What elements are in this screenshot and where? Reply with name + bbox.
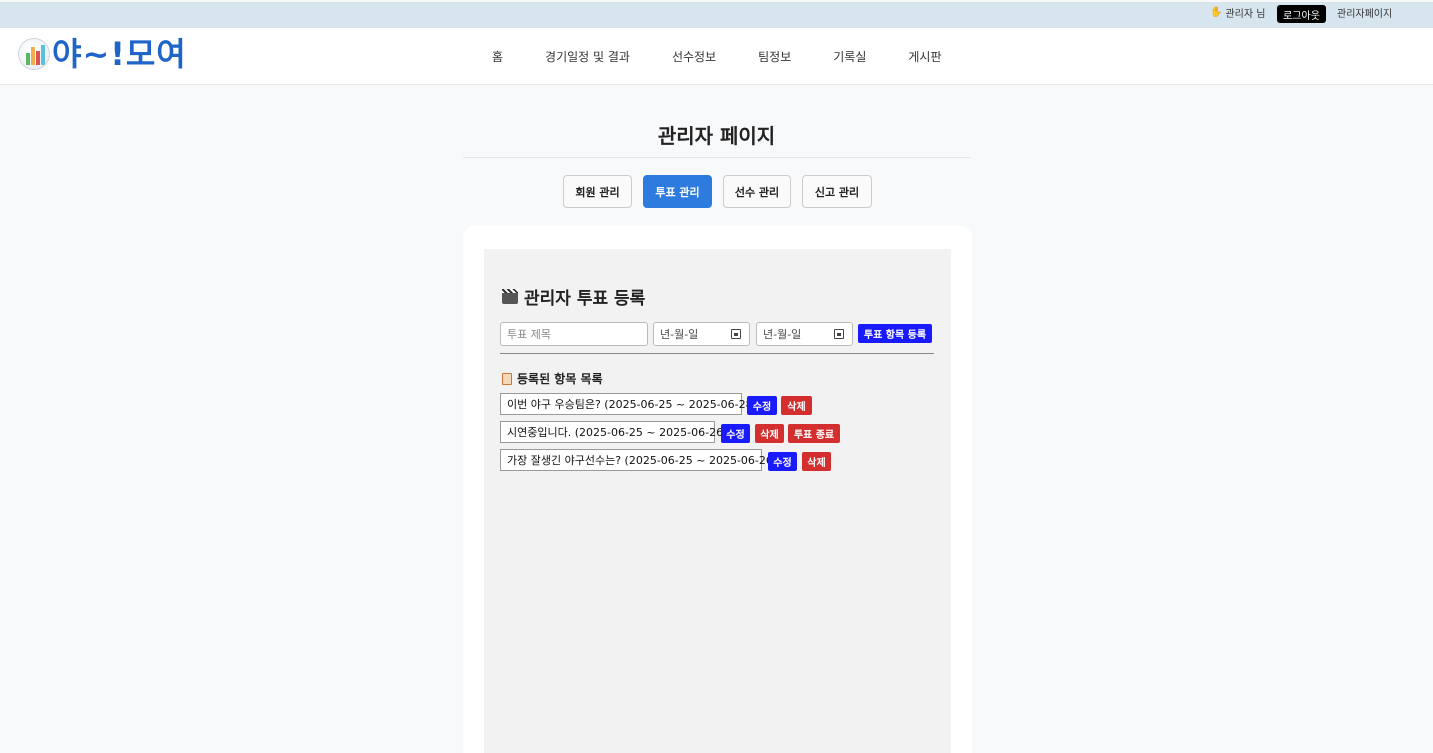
user-label: 관리자 님 [1225, 9, 1266, 20]
registered-list-title: 등록된 항목 목록 [502, 370, 603, 387]
user-greeting: ✋ 관리자 님 [1210, 5, 1265, 20]
logo-text: 야~!모여 [52, 35, 187, 73]
vote-title-placeholder: 투표 제목 [507, 328, 551, 341]
nav-players[interactable]: 선수정보 [672, 48, 716, 65]
main-header: 야~!모여 홈 경기일정 및 결과 선수정보 팀정보 기록실 게시판 [0, 28, 1433, 85]
nav-board[interactable]: 게시판 [908, 48, 941, 65]
register-vote-button[interactable]: 투표 항목 등록 [858, 324, 932, 343]
calendar-icon[interactable] [834, 329, 844, 339]
top-utility-bar: ✋ 관리자 님 로그아웃 관리자페이지 [0, 2, 1433, 28]
calendar-icon[interactable] [731, 329, 741, 339]
edit-button[interactable]: 수정 [721, 424, 750, 443]
title-divider [463, 157, 971, 158]
tab-player-management[interactable]: 선수 관리 [723, 175, 791, 208]
page-title: 관리자 페이지 [657, 124, 776, 148]
main-nav: 홈 경기일정 및 결과 선수정보 팀정보 기록실 게시판 [478, 48, 942, 65]
start-date-placeholder: 년-월-일 [660, 328, 699, 341]
nav-teams[interactable]: 팀정보 [758, 48, 791, 65]
site-logo[interactable]: 야~!모여 [18, 36, 187, 72]
edit-button[interactable]: 수정 [768, 452, 797, 471]
vote-title-input[interactable]: 투표 제목 [500, 322, 648, 346]
end-date-placeholder: 년-월-일 [763, 328, 802, 341]
nav-records[interactable]: 기록실 [833, 48, 866, 65]
vote-section-title-text: 관리자 투표 등록 [524, 289, 646, 309]
tab-vote-management[interactable]: 투표 관리 [643, 175, 712, 208]
vote-item: 이번 야구 우승팀은? (2025-06-25 ~ 2025-06-28) [500, 393, 757, 415]
vote-item: 가장 잘생긴 야구선수는? (2025-06-25 ~ 2025-06-26) [500, 449, 777, 471]
form-divider [500, 353, 934, 354]
logout-button[interactable]: 로그아웃 [1277, 5, 1326, 23]
tab-report-management[interactable]: 신고 관리 [802, 175, 872, 208]
clipboard-icon [502, 372, 512, 385]
delete-button[interactable]: 삭제 [802, 452, 831, 471]
start-date-input[interactable]: 년-월-일 [653, 322, 750, 346]
delete-button[interactable]: 삭제 [781, 396, 812, 415]
admin-page-link[interactable]: 관리자페이지 [1337, 5, 1392, 20]
vote-item: 시연중입니다. (2025-06-25 ~ 2025-06-26) [500, 421, 727, 443]
nav-schedule[interactable]: 경기일정 및 결과 [545, 48, 630, 65]
end-date-input[interactable]: 년-월-일 [756, 322, 853, 346]
clapperboard-icon [502, 289, 518, 304]
edit-button[interactable]: 수정 [747, 396, 777, 415]
delete-button[interactable]: 삭제 [755, 424, 784, 443]
nav-home[interactable]: 홈 [492, 48, 503, 65]
end-vote-button[interactable]: 투표 종료 [788, 424, 840, 443]
baseball-logo-icon [18, 38, 50, 70]
vote-section-title: 관리자 투표 등록 [502, 284, 645, 309]
registered-list-title-text: 등록된 항목 목록 [517, 372, 603, 386]
tab-member-management[interactable]: 회원 관리 [563, 175, 632, 208]
hand-wave-icon: ✋ [1210, 7, 1223, 18]
